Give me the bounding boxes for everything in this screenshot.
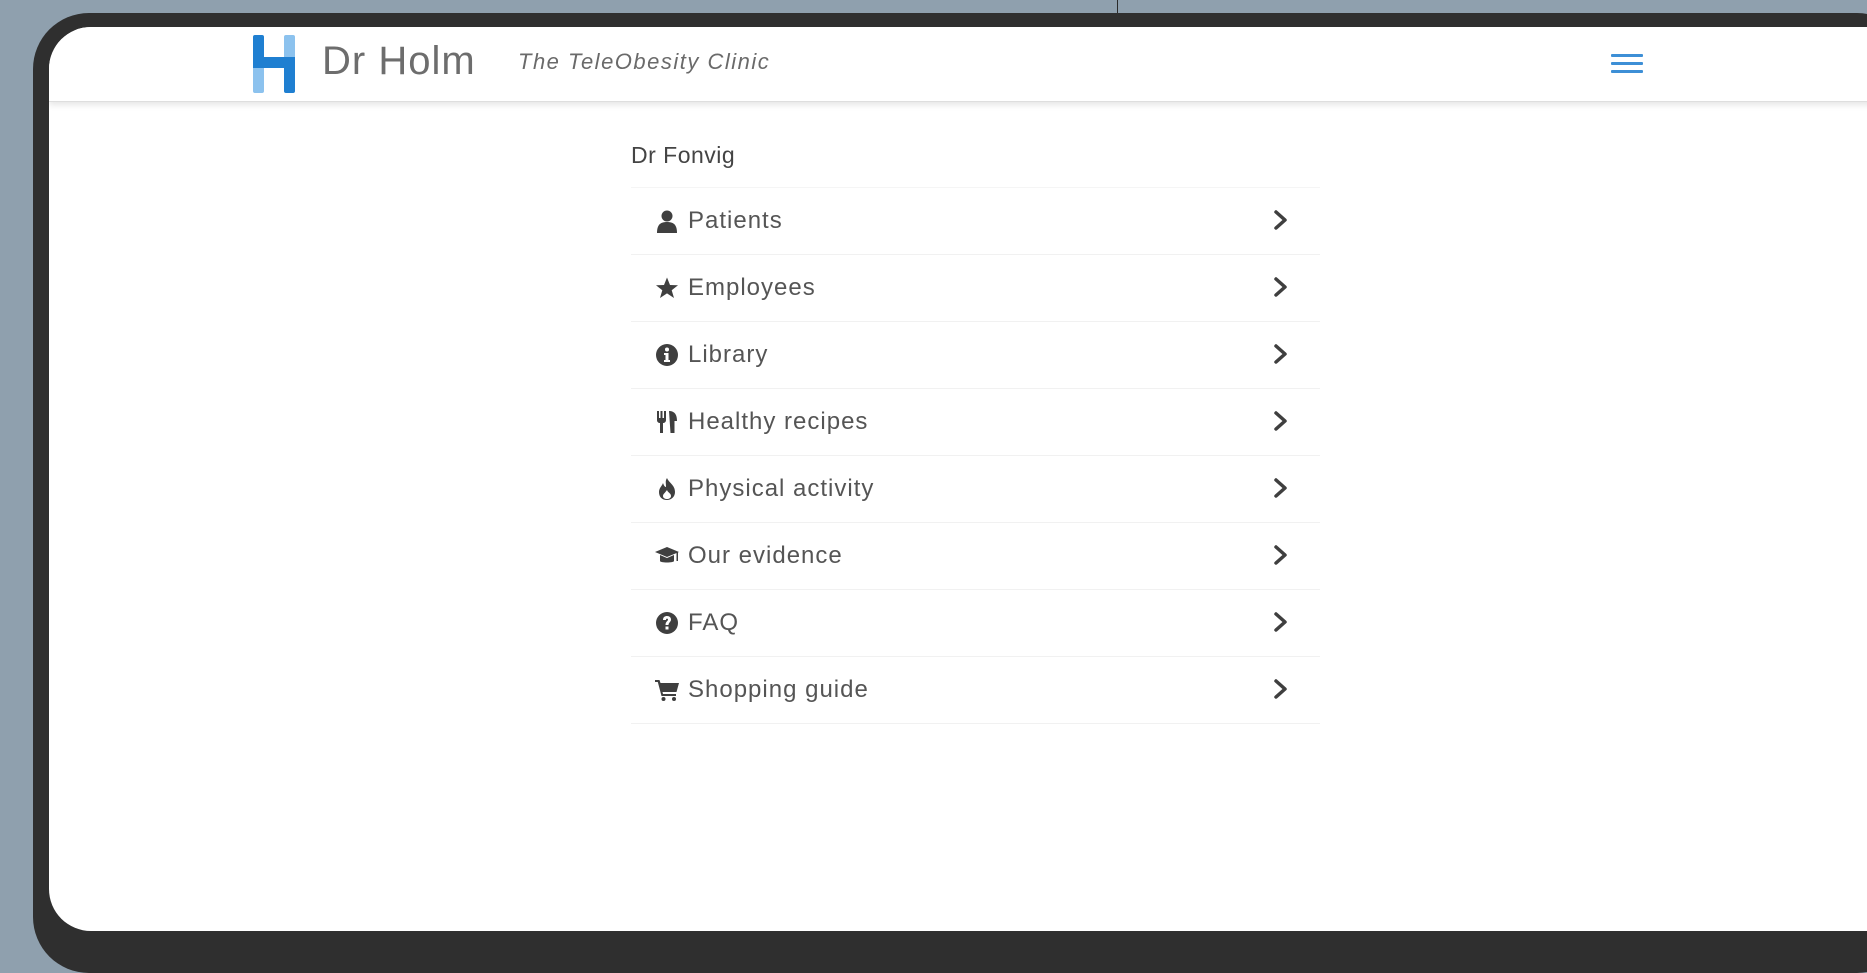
nav-item-our-evidence[interactable]: Our evidence (631, 523, 1320, 590)
chevron-right-icon (1274, 478, 1287, 498)
hamburger-bar (1611, 62, 1643, 65)
nav-item-employees[interactable]: Employees (631, 255, 1320, 322)
graduation-cap-icon (655, 544, 679, 568)
app-screen: Dr Holm The TeleObesity Clinic Dr Fonvig… (49, 27, 1867, 931)
hamburger-menu-button[interactable] (1609, 49, 1645, 79)
nav-label: Employees (688, 274, 816, 301)
user-name: Dr Fonvig (631, 142, 736, 168)
nav-list: Patients Employees Library Healthy recip… (631, 187, 1320, 724)
chevron-right-icon (1274, 679, 1287, 699)
cart-icon (655, 678, 679, 702)
chevron-right-icon (1274, 210, 1287, 230)
hamburger-bar (1611, 54, 1643, 57)
chevron-right-icon (1274, 277, 1287, 297)
nav-item-physical-activity[interactable]: Physical activity (631, 456, 1320, 523)
hamburger-bar (1611, 70, 1643, 73)
star-icon (655, 276, 679, 300)
question-icon (655, 611, 679, 635)
user-icon (655, 209, 679, 233)
chevron-right-icon (1274, 545, 1287, 565)
top-navbar: Dr Holm The TeleObesity Clinic (49, 27, 1867, 102)
chevron-right-icon (1274, 411, 1287, 431)
nav-label: Physical activity (688, 475, 875, 502)
nav-item-healthy-recipes[interactable]: Healthy recipes (631, 389, 1320, 456)
flame-icon (655, 477, 679, 501)
brand-tagline: The TeleObesity Clinic (518, 49, 771, 74)
nav-item-library[interactable]: Library (631, 322, 1320, 389)
nav-label: Shopping guide (688, 676, 869, 703)
nav-item-faq[interactable]: FAQ (631, 590, 1320, 657)
chevron-right-icon (1274, 612, 1287, 632)
background-divider (1117, 0, 1118, 14)
chevron-right-icon (1274, 344, 1287, 364)
nav-label: Patients (688, 207, 783, 234)
cutlery-icon (655, 410, 679, 434)
logo-icon[interactable] (251, 35, 297, 93)
nav-item-patients[interactable]: Patients (631, 187, 1320, 255)
nav-label: Library (688, 341, 769, 368)
nav-label: FAQ (688, 609, 740, 636)
info-icon (655, 343, 679, 367)
nav-item-shopping-guide[interactable]: Shopping guide (631, 657, 1320, 724)
nav-label: Healthy recipes (688, 408, 869, 435)
brand-name[interactable]: Dr Holm (322, 36, 476, 86)
nav-label: Our evidence (688, 542, 843, 569)
navigation-panel: Dr Fonvig Patients Employees Library Hea… (631, 137, 1320, 724)
